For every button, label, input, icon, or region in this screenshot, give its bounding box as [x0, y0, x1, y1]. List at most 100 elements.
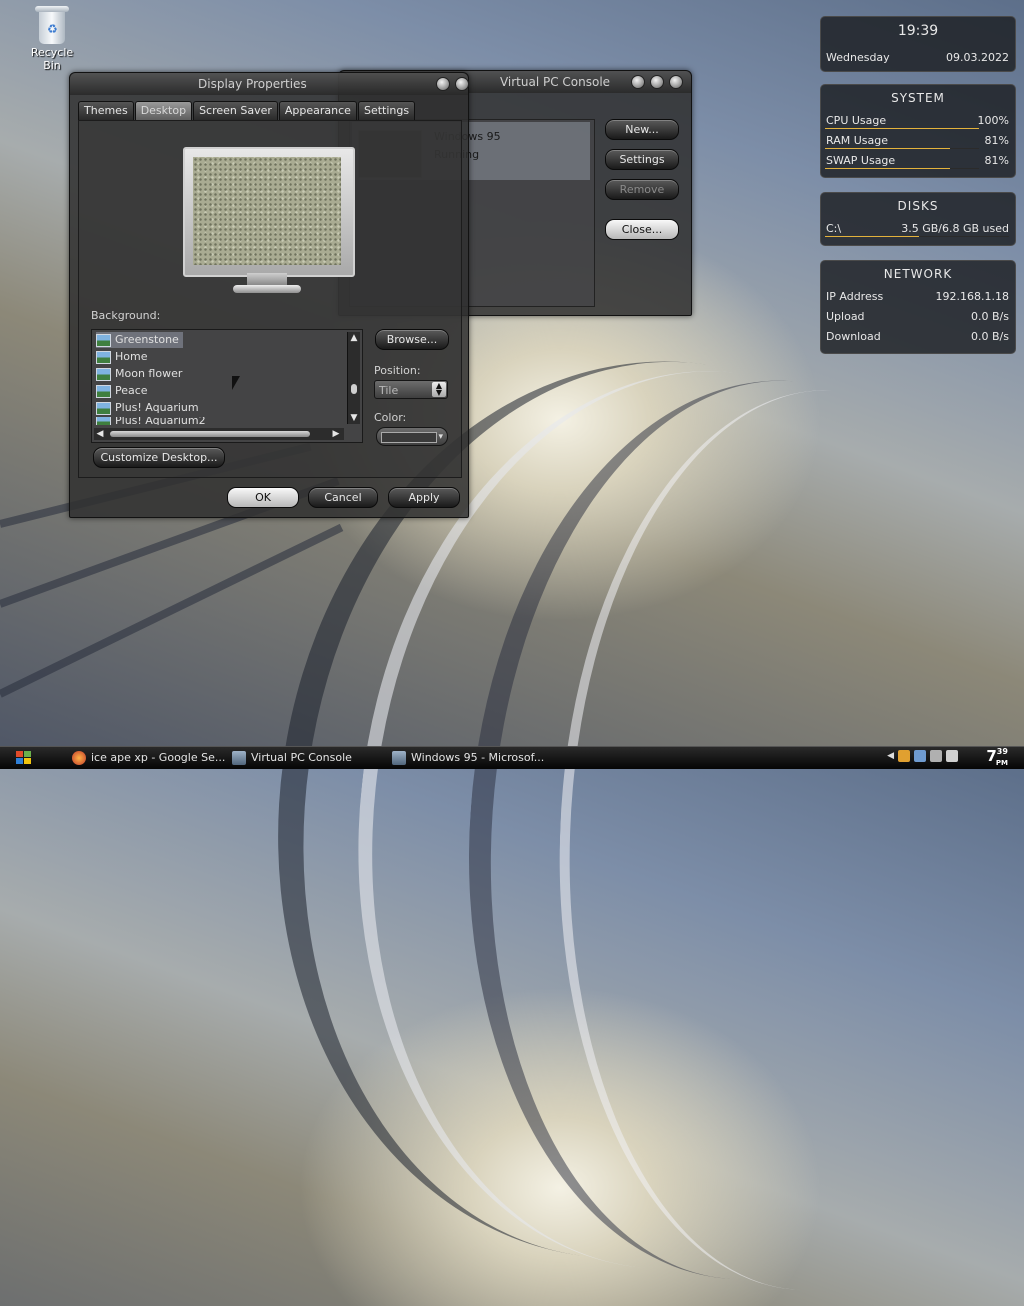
- ok-button[interactable]: OK: [227, 487, 299, 508]
- recycle-bin-label: Recycle Bin: [30, 46, 74, 72]
- display-icon[interactable]: [930, 750, 942, 762]
- list-item-label: Home: [115, 350, 148, 363]
- display-properties-title: Display Properties: [198, 77, 307, 91]
- minimize-icon[interactable]: [631, 75, 645, 89]
- list-item[interactable]: Greenstone: [96, 332, 183, 348]
- position-label: Position:: [374, 364, 421, 377]
- network-icon[interactable]: [914, 750, 926, 762]
- upload-label: Upload: [826, 310, 865, 323]
- taskbar-clock[interactable]: 739PM: [986, 747, 1008, 767]
- disk-bar: [825, 236, 1009, 237]
- tab-settings[interactable]: Settings: [357, 101, 416, 120]
- scroll-up-icon[interactable]: ▲: [348, 332, 360, 344]
- disks-title: DISKS: [897, 199, 939, 213]
- browse-button[interactable]: Browse...: [375, 329, 449, 350]
- scroll-left-icon[interactable]: ◀: [94, 428, 106, 440]
- customize-desktop-button[interactable]: Customize Desktop...: [93, 447, 225, 468]
- taskbar-item-windows95[interactable]: Windows 95 - Microsof...: [392, 749, 544, 767]
- download-label: Download: [826, 330, 881, 343]
- background-list[interactable]: Greenstone Home Moon flower Peace Plus! …: [91, 329, 363, 443]
- recycle-bin[interactable]: ♻ Recycle Bin: [22, 4, 82, 72]
- color-picker[interactable]: ▾: [376, 427, 448, 446]
- tab-desktop[interactable]: Desktop: [134, 101, 193, 120]
- taskbar-item-browser[interactable]: ice ape xp - Google Se...: [72, 749, 225, 767]
- swap-row: SWAP Usage 81%: [821, 151, 1015, 171]
- browser-icon: [72, 751, 86, 765]
- image-icon: [96, 384, 111, 398]
- position-select[interactable]: Tile ▲ ▼: [374, 380, 448, 399]
- display-properties-titlebar[interactable]: Display Properties: [70, 73, 468, 95]
- tray-expand-icon[interactable]: ◀: [887, 751, 894, 761]
- network-title: NETWORK: [883, 267, 953, 281]
- system-gadget: SYSTEM CPU Usage 100% RAM Usage 81% SWAP…: [820, 84, 1016, 178]
- cpu-bar: [825, 128, 979, 129]
- upload-row: Upload 0.0 B/s: [821, 307, 1015, 327]
- start-button[interactable]: [12, 749, 38, 767]
- maximize-icon[interactable]: [650, 75, 664, 89]
- tab-themes[interactable]: Themes: [78, 101, 134, 120]
- mouse-pointer-icon: [232, 376, 240, 390]
- clock-gadget: 19:39 Wednesday 09.03.2022: [820, 16, 1016, 72]
- shield-icon[interactable]: [898, 750, 910, 762]
- scroll-right-icon[interactable]: ▶: [330, 428, 342, 440]
- ip-value: 192.168.1.18: [935, 290, 1009, 303]
- color-swatch: [381, 432, 437, 443]
- image-icon: [96, 401, 111, 415]
- list-item[interactable]: Peace: [96, 383, 152, 399]
- list-item[interactable]: Home: [96, 349, 151, 365]
- gadget-time: 19:39: [897, 23, 939, 39]
- settings-button[interactable]: Settings: [605, 149, 679, 170]
- taskbar-item-label: Windows 95 - Microsof...: [411, 751, 545, 764]
- color-label: Color:: [374, 411, 407, 424]
- tab-appearance[interactable]: Appearance: [278, 101, 357, 120]
- vpc-title: Virtual PC Console: [499, 75, 611, 89]
- close-icon[interactable]: [455, 77, 469, 91]
- list-item-label: Moon flower: [115, 367, 183, 380]
- swap-label: SWAP Usage: [826, 154, 896, 167]
- list-item[interactable]: Plus! Aquarium2: [96, 417, 210, 425]
- list-item-label: Greenstone: [115, 333, 179, 346]
- list-item[interactable]: Moon flower: [96, 366, 186, 382]
- spinner-icon[interactable]: ▲ ▼: [432, 382, 446, 397]
- cpu-label: CPU Usage: [826, 114, 887, 127]
- vertical-scrollbar[interactable]: ▲ ▼: [347, 332, 360, 424]
- ip-label: IP Address: [826, 290, 884, 303]
- recycle-bin-icon: ♻: [35, 4, 69, 44]
- remove-button[interactable]: Remove: [605, 179, 679, 200]
- image-icon: [96, 417, 111, 425]
- volume-icon[interactable]: [946, 750, 958, 762]
- list-item[interactable]: Plus! Aquarium: [96, 400, 203, 416]
- ip-row: IP Address 192.168.1.18: [821, 287, 1015, 307]
- scroll-thumb[interactable]: [110, 431, 310, 437]
- scroll-down-icon[interactable]: ▼: [348, 412, 360, 424]
- ram-label: RAM Usage: [826, 134, 888, 147]
- monitor-base: [233, 285, 301, 293]
- scroll-thumb[interactable]: [351, 384, 357, 394]
- disks-gadget: DISKS C:\ 3.5 GB/6.8 GB used: [820, 192, 1016, 246]
- network-gadget: NETWORK IP Address 192.168.1.18 Upload 0…: [820, 260, 1016, 354]
- list-item-label: Plus! Aquarium2: [115, 417, 206, 425]
- display-properties-window: Display Properties Themes Desktop Screen…: [69, 72, 469, 518]
- download-row: Download 0.0 B/s: [821, 327, 1015, 347]
- virtual-pc-icon: [392, 751, 406, 765]
- horizontal-scrollbar[interactable]: ◀ ▶: [94, 428, 344, 440]
- tab-screen-saver[interactable]: Screen Saver: [193, 101, 278, 120]
- image-icon: [96, 333, 111, 347]
- chevron-down-icon: ▾: [438, 432, 443, 442]
- system-tray: ◀: [887, 750, 958, 762]
- minimize-icon[interactable]: [436, 77, 450, 91]
- apply-button[interactable]: Apply: [388, 487, 460, 508]
- list-item-label: Peace: [115, 384, 148, 397]
- wallpaper-preview: [193, 157, 341, 265]
- windows-logo-icon: [16, 751, 23, 757]
- upload-value: 0.0 B/s: [971, 310, 1009, 323]
- list-item-label: Plus! Aquarium: [115, 401, 199, 414]
- taskbar: ice ape xp - Google Se... Virtual PC Con…: [0, 746, 1024, 769]
- close-button[interactable]: Close...: [605, 219, 679, 240]
- monitor-preview: [183, 147, 355, 277]
- clock-ampm: PM: [995, 759, 1008, 767]
- cancel-button[interactable]: Cancel: [308, 487, 378, 508]
- taskbar-item-vpc-console[interactable]: Virtual PC Console: [232, 749, 352, 767]
- new-button[interactable]: New...: [605, 119, 679, 140]
- close-icon[interactable]: [669, 75, 683, 89]
